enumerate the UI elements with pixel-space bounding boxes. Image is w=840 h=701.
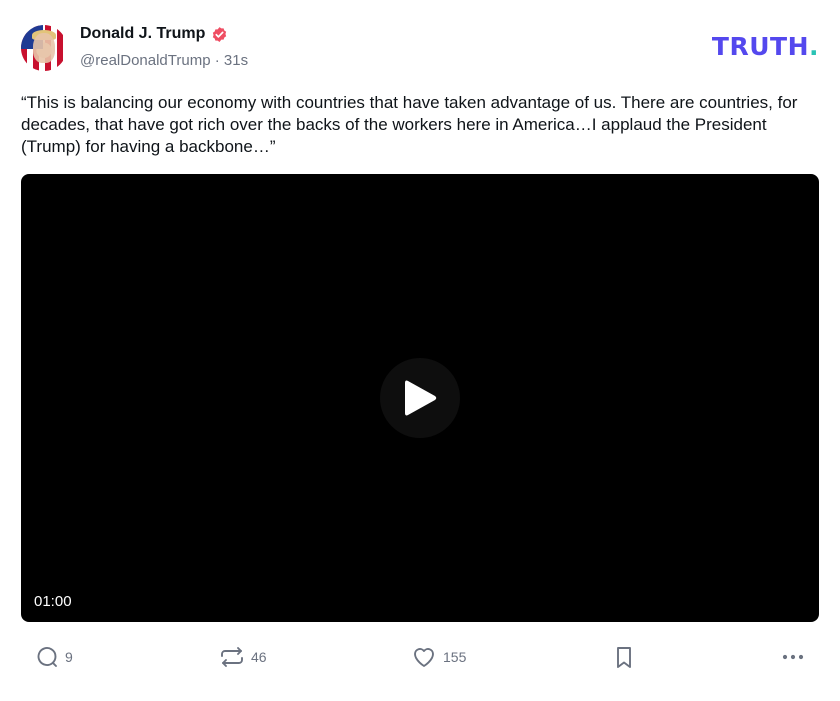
avatar[interactable] [21,25,67,71]
meta-separator: · [214,52,220,69]
more-dots-icon [782,654,804,660]
reply-button[interactable]: 9 [35,642,73,672]
more-options-button[interactable] [781,642,805,672]
retruth-count: 46 [251,649,267,665]
reply-count: 9 [65,649,73,665]
play-button[interactable] [380,358,460,438]
truth-logo-dot: . [809,32,819,61]
author-display-name[interactable]: Donald J. Trump [80,25,205,43]
heart-icon [414,648,434,667]
author-meta: @realDonaldTrump · 31s [80,52,248,69]
like-count: 155 [443,649,467,665]
retruth-button[interactable]: 46 [219,642,267,672]
repost-icon [221,647,243,667]
post-actions: 9 46 155 [21,642,819,672]
verified-badge-icon [213,26,227,42]
bookmark-button[interactable] [613,642,635,672]
author-handle[interactable]: @realDonaldTrump [80,52,211,69]
like-button[interactable]: 155 [411,642,466,672]
truth-logo[interactable]: TRUTH. [712,32,819,61]
author-name-row[interactable]: Donald J. Trump [80,25,228,43]
comment-icon [37,647,57,667]
post-text: “This is balancing our economy with coun… [21,93,798,156]
bookmark-icon [617,647,631,668]
play-icon [405,380,437,416]
truth-post: Donald J. Trump @realDonaldTrump · 31s T… [0,0,840,701]
post-timestamp[interactable]: 31s [224,52,248,69]
video-duration: 01:00 [34,593,72,610]
avatar-face [33,33,55,63]
truth-logo-text: TRUTH [711,32,809,61]
video-player[interactable]: 01:00 [21,174,819,622]
